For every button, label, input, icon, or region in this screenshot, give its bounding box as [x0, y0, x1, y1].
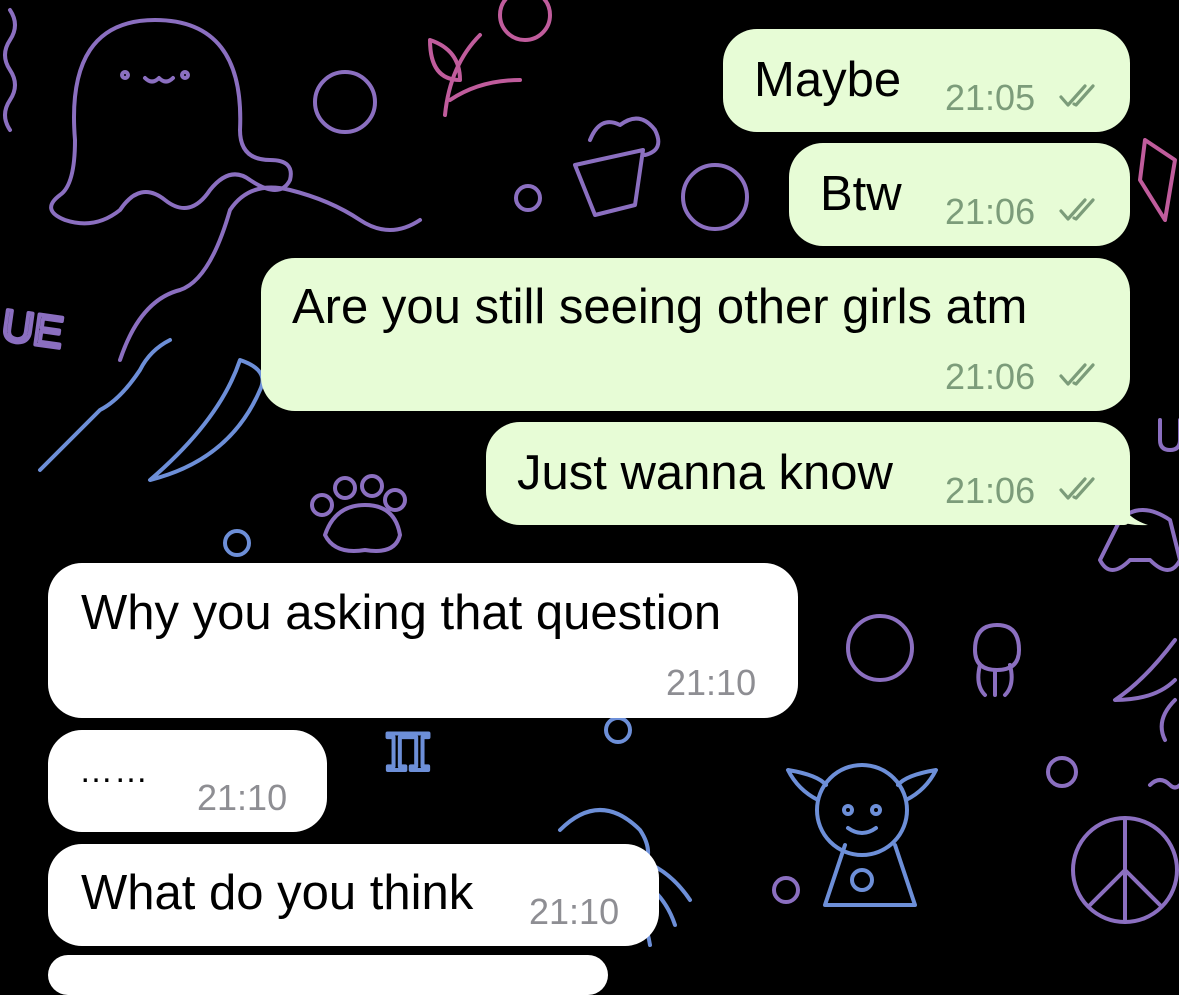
incoming-message[interactable]: Why you asking that question 21:10 [48, 563, 798, 718]
peace-doodle [1071, 816, 1179, 924]
message-text: Just wanna know [517, 446, 893, 500]
circle-doodle [1046, 756, 1078, 788]
small-octopus-doodle [973, 623, 1021, 697]
message-time: 21:05 [945, 77, 1036, 118]
message-text: …… [79, 752, 149, 790]
message-time: 21:10 [666, 662, 757, 703]
message-time: 21:06 [945, 191, 1036, 232]
elf-doodle [786, 763, 938, 907]
circle-doodle [846, 614, 914, 682]
message-text: What do you think [81, 866, 474, 920]
chili-doodle [148, 358, 265, 482]
incoming-message[interactable]: …… 21:10 [48, 730, 327, 832]
circle-doodle [604, 716, 632, 744]
message-text: Maybe [754, 53, 902, 107]
outgoing-message[interactable]: Just wanna know 21:06 [486, 422, 1130, 525]
message-text: Are you still seeing other girls atm [292, 280, 1028, 334]
paw-doodle [310, 474, 407, 553]
circle-doodle [223, 529, 251, 557]
message-time: 21:10 [529, 891, 620, 932]
message-text: Why you asking that question [81, 586, 722, 640]
circle-doodle [681, 163, 749, 231]
circle-doodle [313, 70, 377, 134]
gem-doodle [1138, 138, 1177, 222]
octopus-doodle [49, 18, 293, 226]
double-check-icon [1059, 363, 1095, 386]
circle-doodle [772, 876, 800, 904]
message-time: 21:10 [197, 777, 288, 818]
outgoing-message[interactable]: Btw 21:06 [789, 143, 1130, 246]
zigzag-doodle [38, 338, 172, 472]
bubble-tail [1118, 490, 1148, 526]
double-check-icon [1059, 198, 1095, 221]
wallpaper-text: UE [0, 301, 66, 358]
popcorn-doodle [573, 116, 661, 217]
message-time: 21:06 [945, 470, 1036, 511]
double-check-icon [1059, 477, 1095, 500]
outgoing-message[interactable]: Maybe 21:05 [723, 29, 1130, 132]
incoming-message[interactable]: What do you think 21:10 [48, 844, 659, 946]
double-check-icon [1059, 84, 1095, 107]
circle-doodle [514, 184, 542, 212]
incoming-message-partial[interactable] [48, 955, 608, 995]
leaf-doodle [1113, 638, 1177, 742]
message-text: Btw [820, 167, 902, 221]
message-time: 21:06 [945, 356, 1036, 397]
outgoing-message[interactable]: Are you still seeing other girls atm 21:… [261, 258, 1130, 411]
flower-doodle [428, 0, 552, 117]
squiggle-doodle [3, 8, 17, 132]
